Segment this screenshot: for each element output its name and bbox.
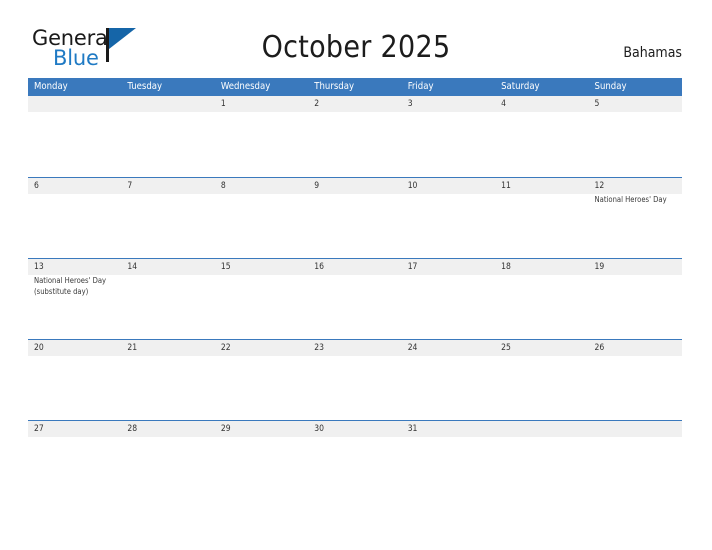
day-cell-empty	[495, 421, 588, 501]
day-cell[interactable]: 3	[402, 96, 495, 177]
calendar-week-row: 13 National Heroes' Day (substitute day) 1…	[28, 258, 682, 339]
day-cell[interactable]: 25	[495, 340, 588, 420]
day-cell[interactable]: 14	[121, 259, 214, 339]
day-cell[interactable]: 7	[121, 178, 214, 258]
day-cell[interactable]: 22	[215, 340, 308, 420]
day-cell[interactable]: 27	[28, 421, 121, 501]
day-cell-empty	[121, 96, 214, 177]
weekday-header-thursday: Thursday	[314, 81, 355, 92]
week-cells: 13 National Heroes' Day (substitute day) 1…	[28, 259, 682, 339]
day-number: 5	[594, 99, 600, 109]
day-number: 4	[501, 99, 506, 109]
day-number: 22	[220, 343, 231, 353]
day-number: 16	[314, 262, 324, 272]
day-number: 21	[127, 343, 138, 353]
calendar-week-row: 20 21 22 23 24 25 26	[28, 339, 682, 420]
day-number: 25	[501, 343, 511, 353]
holiday-event-label: National Heroes' Day	[594, 195, 667, 204]
day-number: 8	[220, 181, 226, 191]
day-cell[interactable]: 1	[215, 96, 308, 177]
day-number: 9	[314, 181, 320, 191]
day-cell[interactable]: 9	[308, 178, 401, 258]
day-number: 19	[594, 262, 605, 272]
weekday-header-friday: Friday	[407, 81, 434, 92]
day-number: 11	[501, 181, 511, 191]
day-cell[interactable]: 23	[308, 340, 401, 420]
weekday-header-row: Monday Tuesday Wednesday Thursday Friday…	[28, 78, 682, 96]
day-events: National Heroes' Day	[595, 195, 677, 206]
day-number: 3	[407, 99, 413, 109]
weekday-header-monday: Monday	[34, 81, 68, 92]
day-cell[interactable]: 29	[215, 421, 308, 501]
day-number: 10	[407, 181, 418, 191]
calendar-grid: Monday Tuesday Wednesday Thursday Friday…	[28, 78, 682, 501]
day-number: 1	[220, 99, 226, 109]
day-number: 15	[220, 262, 231, 272]
calendar-week-row: 6 7 8 9 10 11 12 National Heroes' Day	[28, 177, 682, 258]
day-number: 31	[407, 424, 418, 434]
day-cell[interactable]: 18	[495, 259, 588, 339]
country-label: Bahamas	[623, 45, 682, 61]
day-cell[interactable]: 17	[402, 259, 495, 339]
day-number: 17	[407, 262, 418, 272]
day-number: 12	[594, 181, 605, 191]
day-cell[interactable]: 20	[28, 340, 121, 420]
week-cells: 27 28 29 30 31	[28, 421, 682, 501]
day-cell[interactable]: 30	[308, 421, 401, 501]
day-number: 23	[314, 343, 324, 353]
calendar-weeks: 1 2 3 4 5 6 7 8 9 10 11 12 National Heroes' Day 13 Nat…	[28, 96, 682, 501]
day-cell[interactable]: 11	[495, 178, 588, 258]
day-number: 18	[501, 262, 511, 272]
weekday-header-saturday: Saturday	[501, 81, 540, 92]
day-cell[interactable]: 5	[589, 96, 682, 177]
weekday-header-sunday: Sunday	[594, 81, 627, 92]
weekday-header-wednesday: Wednesday	[220, 81, 271, 92]
day-number: 26	[594, 343, 605, 353]
day-number: 30	[314, 424, 324, 434]
day-cell[interactable]: 26	[589, 340, 682, 420]
day-cell[interactable]: 19	[589, 259, 682, 339]
weekday-header-tuesday: Tuesday	[127, 81, 163, 92]
day-cell[interactable]: 6	[28, 178, 121, 258]
day-cell[interactable]: 4	[495, 96, 588, 177]
day-cell[interactable]: 24	[402, 340, 495, 420]
week-cells: 20 21 22 23 24 25 26	[28, 340, 682, 420]
day-cell[interactable]: 16	[308, 259, 401, 339]
day-cell[interactable]: 21	[121, 340, 214, 420]
day-cell[interactable]: 15	[215, 259, 308, 339]
day-cell[interactable]: 2	[308, 96, 401, 177]
day-cell[interactable]: 12 National Heroes' Day	[589, 178, 682, 258]
week-cells: 1 2 3 4 5	[28, 96, 682, 177]
calendar-week-row: 27 28 29 30 31	[28, 420, 682, 501]
day-number: 28	[127, 424, 138, 434]
day-number: 20	[34, 343, 44, 353]
day-cell[interactable]: 31	[402, 421, 495, 501]
day-cell-empty	[28, 96, 121, 177]
day-number: 6	[34, 181, 39, 191]
day-number: 24	[407, 343, 418, 353]
day-number: 27	[34, 424, 44, 434]
holiday-event-label: National Heroes' Day (substitute day)	[34, 276, 107, 296]
day-cell[interactable]: 28	[121, 421, 214, 501]
day-number: 2	[314, 99, 320, 109]
day-number: 29	[220, 424, 231, 434]
day-number: 14	[127, 262, 138, 272]
day-cell[interactable]: 8	[215, 178, 308, 258]
calendar-week-row: 1 2 3 4 5	[28, 96, 682, 177]
day-cell-empty	[589, 421, 682, 501]
calendar-page: General Blue October 2025 Bahamas Monday…	[0, 0, 712, 550]
page-header: General Blue October 2025 Bahamas	[0, 0, 712, 78]
day-events: National Heroes' Day (substitute day)	[34, 276, 116, 297]
page-title: October 2025	[261, 30, 451, 65]
day-number: 7	[127, 181, 133, 191]
day-cell[interactable]: 13 National Heroes' Day (substitute day)	[28, 259, 121, 339]
day-cell[interactable]: 10	[402, 178, 495, 258]
week-cells: 6 7 8 9 10 11 12 National Heroes' Day	[28, 178, 682, 258]
day-number: 13	[34, 262, 44, 272]
